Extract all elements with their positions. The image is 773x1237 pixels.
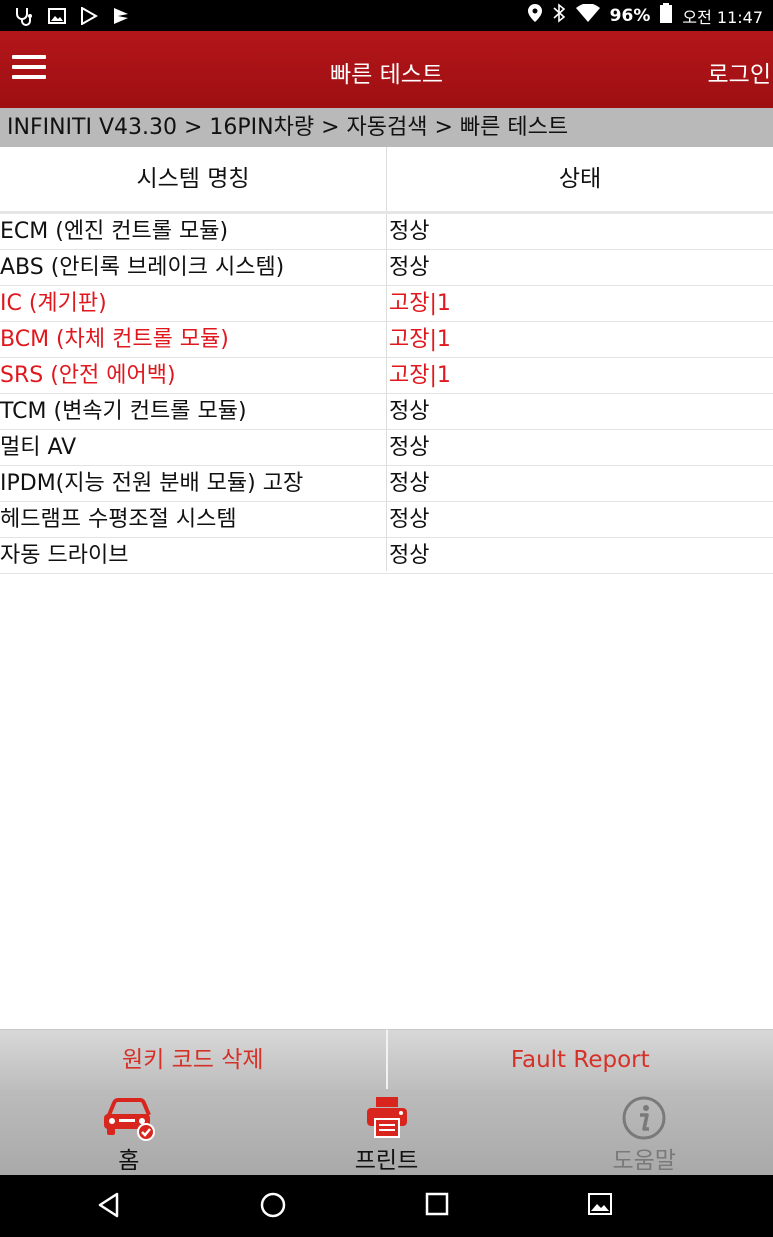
system-status: 정상 bbox=[389, 471, 430, 496]
back-icon[interactable] bbox=[97, 1192, 121, 1222]
system-name: BCM (차체 컨트롤 모듈) bbox=[0, 327, 229, 352]
play-store-icon bbox=[80, 7, 98, 25]
nav-print-button[interactable]: 프린트 bbox=[258, 1089, 516, 1175]
system-name: TCM (변속기 컨트롤 모듈) bbox=[0, 399, 247, 424]
flag-icon bbox=[112, 7, 130, 25]
wifi-icon bbox=[575, 3, 600, 27]
table-row-fault[interactable]: IC (계기판) 고장|1 bbox=[0, 286, 773, 322]
system-status-table: 시스템 명칭 상태 ECM (엔진 컨트롤 모듈) 정상 ABS (안티록 브레… bbox=[0, 147, 773, 574]
info-icon bbox=[622, 1096, 666, 1140]
table-row[interactable]: IPDM(지능 전원 분배 모듈) 고장 정상 bbox=[0, 466, 773, 502]
status-bar-left bbox=[14, 5, 130, 27]
system-status: 정상 bbox=[389, 543, 430, 568]
battery-percent: 96% bbox=[609, 5, 651, 26]
fault-report-button[interactable]: Fault Report bbox=[385, 1029, 773, 1090]
nav-home-label: 홈 bbox=[118, 1148, 140, 1174]
battery-icon bbox=[660, 3, 673, 28]
location-icon bbox=[527, 4, 542, 27]
system-status: 고장|1 bbox=[389, 327, 451, 352]
system-name: 헤드램프 수평조절 시스템 bbox=[0, 507, 237, 532]
table-row[interactable]: ABS (안티록 브레이크 시스템) 정상 bbox=[0, 250, 773, 286]
table-row[interactable]: ECM (엔진 컨트롤 모듈) 정상 bbox=[0, 214, 773, 250]
table-row[interactable]: TCM (변속기 컨트롤 모듈) 정상 bbox=[0, 394, 773, 430]
breadcrumb: INFINITI V43.30 > 16PIN차량 > 자동검색 > 빠른 테스… bbox=[0, 108, 773, 147]
table-row[interactable]: 헤드램프 수평조절 시스템 정상 bbox=[0, 502, 773, 538]
car-check-icon bbox=[103, 1098, 155, 1141]
page-title: 빠른 테스트 bbox=[329, 62, 444, 88]
system-status: 고장|1 bbox=[389, 363, 451, 388]
clock: 오전 11:47 bbox=[682, 7, 763, 27]
system-status: 정상 bbox=[389, 255, 430, 280]
system-name: IC (계기판) bbox=[0, 291, 107, 316]
header-system-name: 시스템 명칭 bbox=[136, 166, 250, 192]
nav-print-label: 프린트 bbox=[354, 1148, 419, 1174]
status-bar: 96% 오전 11:47 bbox=[0, 0, 773, 31]
header-status: 상태 bbox=[558, 166, 602, 192]
printer-icon bbox=[366, 1097, 407, 1138]
system-name: SRS (안전 에어백) bbox=[0, 363, 176, 388]
system-status: 정상 bbox=[389, 399, 430, 424]
table-row[interactable]: 자동 드라이브 정상 bbox=[0, 538, 773, 574]
nav-help-button[interactable]: 도움말 bbox=[515, 1089, 773, 1175]
table-row[interactable]: 멀티 AV 정상 bbox=[0, 430, 773, 466]
login-button[interactable]: 로그인 bbox=[708, 55, 771, 89]
system-name: 멀티 AV bbox=[0, 435, 77, 460]
table-row-fault[interactable]: SRS (안전 에어백) 고장|1 bbox=[0, 358, 773, 394]
screenshot-icon[interactable] bbox=[588, 1192, 612, 1220]
bluetooth-icon bbox=[552, 3, 566, 28]
bottom-nav: 홈 프린트 도움말 bbox=[0, 1089, 773, 1175]
home-circle-icon[interactable] bbox=[260, 1192, 286, 1222]
system-name: 자동 드라이브 bbox=[0, 543, 129, 568]
system-name: ABS (안티록 브레이크 시스템) bbox=[0, 255, 285, 280]
image-icon bbox=[48, 7, 66, 25]
table-row-fault[interactable]: BCM (차체 컨트롤 모듈) 고장|1 bbox=[0, 322, 773, 358]
app-bar: 빠른 테스트 로그인 bbox=[0, 31, 773, 108]
system-status: 정상 bbox=[389, 435, 430, 460]
system-status: 정상 bbox=[389, 219, 430, 244]
nav-home-button[interactable]: 홈 bbox=[0, 1089, 258, 1175]
system-status: 정상 bbox=[389, 507, 430, 532]
system-status: 고장|1 bbox=[389, 291, 451, 316]
action-bar: 원키 코드 삭제 Fault Report bbox=[0, 1029, 773, 1090]
clear-codes-button[interactable]: 원키 코드 삭제 bbox=[0, 1029, 386, 1090]
system-name: IPDM(지능 전원 분배 모듈) 고장 bbox=[0, 471, 304, 496]
stethoscope-icon bbox=[14, 6, 34, 26]
table-header: 시스템 명칭 상태 bbox=[0, 147, 773, 214]
system-name: ECM (엔진 컨트롤 모듈) bbox=[0, 219, 229, 244]
status-bar-right: 96% 오전 11:47 bbox=[527, 0, 763, 31]
nav-help-label: 도움말 bbox=[612, 1148, 676, 1174]
recent-apps-icon[interactable] bbox=[425, 1192, 449, 1220]
system-nav-bar bbox=[0, 1175, 773, 1237]
